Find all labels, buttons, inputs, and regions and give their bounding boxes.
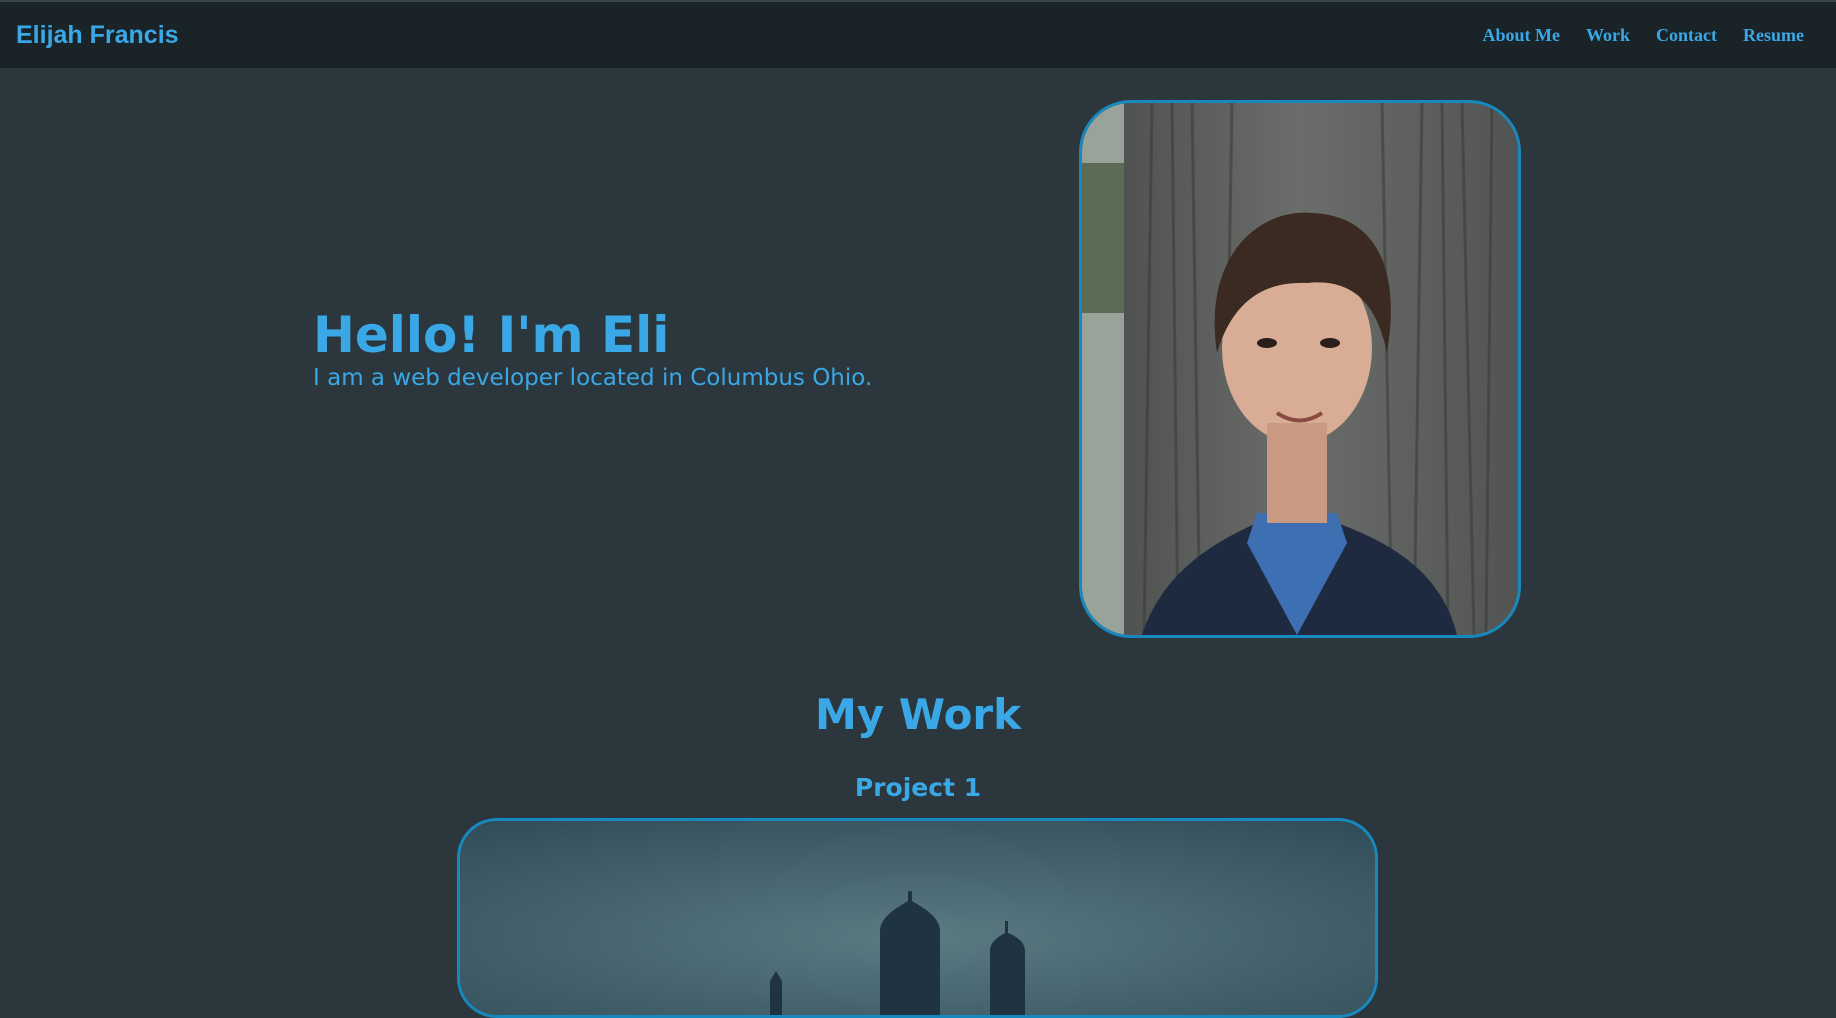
project-thumbnail-illustration — [460, 821, 1375, 1015]
profile-photo — [1079, 100, 1521, 638]
hero-section: Hello! I'm Eli I am a web developer loca… — [313, 306, 873, 392]
nav-link-work[interactable]: Work — [1586, 25, 1630, 46]
nav-link-resume[interactable]: Resume — [1743, 25, 1804, 46]
project-image[interactable] — [457, 818, 1378, 1018]
top-navbar: Elijah Francis About Me Work Contact Res… — [0, 0, 1836, 68]
nav-link-contact[interactable]: Contact — [1656, 25, 1717, 46]
project-title: Project 1 — [854, 773, 982, 802]
hero-subtitle: I am a web developer located in Columbus… — [313, 365, 873, 391]
portrait-illustration — [1082, 103, 1518, 635]
hero-title: Hello! I'm Eli — [313, 306, 670, 364]
main-nav: About Me Work Contact Resume — [1482, 25, 1820, 46]
work-section-title: My Work — [814, 690, 1022, 739]
brand-link[interactable]: Elijah Francis — [16, 21, 179, 50]
nav-link-about-me[interactable]: About Me — [1482, 25, 1560, 46]
